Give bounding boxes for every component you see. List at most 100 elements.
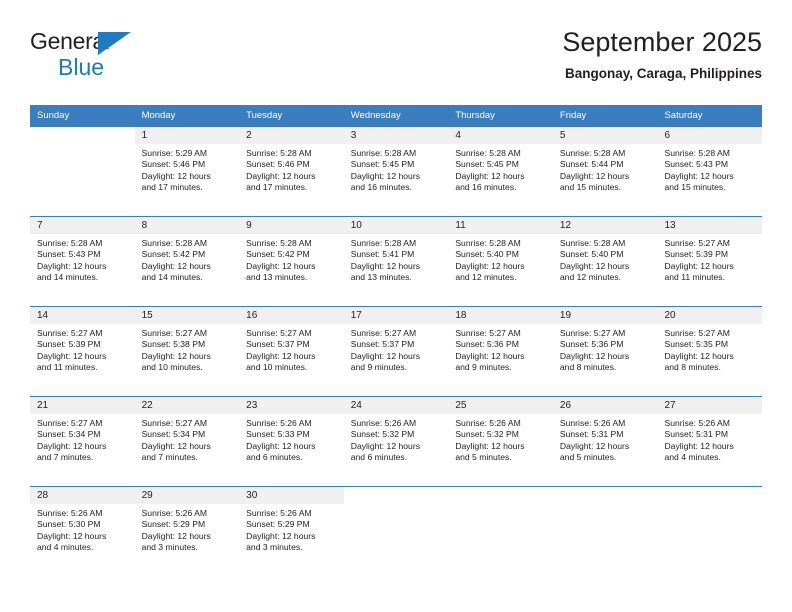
sunrise-text: Sunrise: 5:28 AM (559, 238, 626, 248)
day-cell[interactable]: 23 Sunrise: 5:26 AM Sunset: 5:33 PM Dayligh… (239, 397, 344, 486)
sunrise-text: Sunrise: 5:26 AM (664, 418, 730, 428)
week-row: 7 Sunrise: 5:28 AM Sunset: 5:43 PM Daylight… (30, 216, 763, 306)
day-number: 27 (657, 397, 763, 414)
week-row: 1 Sunrise: 5:29 AM Sunset: 5:46 PM Daylight… (30, 127, 763, 216)
day-cell[interactable]: 19 Sunrise: 5:27 AM Sunset: 5:36 PM Dayligh… (552, 307, 658, 396)
day-cell[interactable]: 18 Sunrise: 5:27 AM Sunset: 5:36 PM Dayligh… (448, 307, 553, 396)
day-info: Sunrise: 5:27 AM Sunset: 5:36 PM Daylight:… (448, 324, 553, 374)
week-row: 28 Sunrise: 5:26 AM Sunset: 5:30 PM Dayligh… (30, 486, 763, 576)
sunset-text: Sunset: 5:31 PM (559, 429, 624, 440)
brand-logo[interactable]: General Blue (30, 30, 160, 86)
day-cell[interactable]: 21 Sunrise: 5:27 AM Sunset: 5:34 PM Dayligh… (30, 397, 135, 486)
day-info: Sunrise: 5:28 AM Sunset: 5:44 PM Daylight:… (553, 144, 658, 194)
day-cell[interactable]: 22 Sunrise: 5:27 AM Sunset: 5:34 PM Dayligh… (134, 397, 240, 486)
day-cell[interactable]: 12 Sunrise: 5:28 AM Sunset: 5:40 PM Dayligh… (552, 217, 658, 306)
day-number: 13 (657, 217, 763, 234)
day-info: Sunrise: 5:26 AM Sunset: 5:30 PM Daylight:… (30, 504, 135, 554)
day-info: Sunrise: 5:28 AM Sunset: 5:43 PM Daylight:… (657, 144, 762, 194)
daylight-text-line2: and 5 minutes. (455, 452, 512, 463)
day-cell[interactable]: 28 Sunrise: 5:26 AM Sunset: 5:30 PM Dayligh… (30, 487, 135, 576)
sunset-text: Sunset: 5:35 PM (664, 339, 729, 350)
sunset-text: Sunset: 5:45 PM (455, 159, 519, 170)
sunrise-text: Sunrise: 5:26 AM (246, 508, 312, 518)
daylight-text-line2: and 15 minutes. (664, 182, 726, 193)
day-cell[interactable]: 27 Sunrise: 5:26 AM Sunset: 5:31 PM Dayligh… (657, 397, 763, 486)
day-number: 30 (239, 487, 344, 504)
day-cell[interactable]: 24 Sunrise: 5:26 AM Sunset: 5:32 PM Dayligh… (343, 397, 449, 486)
daylight-text-line1: Daylight: 12 hours (37, 350, 107, 361)
day-number: 25 (448, 397, 553, 414)
daylight-text-line1: Daylight: 12 hours (350, 170, 421, 181)
daylight-text-line1: Daylight: 12 hours (455, 260, 525, 271)
day-cell[interactable]: 8 Sunrise: 5:28 AM Sunset: 5:42 PM Daylight… (134, 217, 240, 306)
daylight-text-line1: Daylight: 12 hours (141, 260, 211, 271)
sunset-text: Sunset: 5:39 PM (37, 339, 101, 350)
sunset-text: Sunset: 5:40 PM (559, 249, 624, 260)
daylight-text-line1: Daylight: 12 hours (559, 170, 630, 181)
day-cell[interactable]: 2 Sunrise: 5:28 AM Sunset: 5:46 PM Daylight… (239, 127, 344, 216)
sunrise-text: Sunrise: 5:28 AM (246, 148, 312, 158)
daylight-text-line2: and 15 minutes. (559, 182, 622, 193)
daylight-text-line2: and 9 minutes. (350, 362, 408, 373)
sunset-text: Sunset: 5:41 PM (350, 249, 415, 260)
daylight-text-line2: and 3 minutes. (246, 542, 303, 553)
day-number: 26 (552, 397, 658, 414)
daylight-text-line1: Daylight: 12 hours (455, 170, 525, 181)
sunrise-text: Sunrise: 5:27 AM (37, 328, 103, 338)
day-info: Sunrise: 5:28 AM Sunset: 5:40 PM Daylight:… (448, 234, 553, 284)
day-cell[interactable]: 7 Sunrise: 5:28 AM Sunset: 5:43 PM Daylight… (30, 217, 135, 306)
day-number: 15 (134, 307, 240, 324)
daylight-text-line2: and 8 minutes. (664, 362, 721, 373)
day-cell[interactable]: 29 Sunrise: 5:26 AM Sunset: 5:29 PM Dayligh… (134, 487, 240, 576)
daylight-text-line2: and 3 minutes. (141, 542, 198, 553)
daylight-text-line2: and 5 minutes. (559, 452, 617, 463)
day-cell[interactable]: 26 Sunrise: 5:26 AM Sunset: 5:31 PM Dayligh… (552, 397, 658, 486)
sunrise-text: Sunrise: 5:27 AM (141, 328, 208, 338)
sunset-text: Sunset: 5:46 PM (246, 159, 310, 170)
day-cell[interactable]: 1 Sunrise: 5:29 AM Sunset: 5:46 PM Daylight… (134, 127, 240, 216)
day-info: Sunrise: 5:28 AM Sunset: 5:45 PM Daylight:… (448, 144, 553, 194)
day-number (448, 487, 553, 504)
day-number: 16 (239, 307, 344, 324)
sunset-text: Sunset: 5:29 PM (246, 519, 310, 530)
day-info: Sunrise: 5:28 AM Sunset: 5:40 PM Daylight:… (553, 234, 658, 284)
day-cell[interactable]: 14 Sunrise: 5:27 AM Sunset: 5:39 PM Dayligh… (30, 307, 135, 396)
day-cell[interactable]: 5 Sunrise: 5:28 AM Sunset: 5:44 PM Daylight… (552, 127, 658, 216)
daylight-text-line1: Daylight: 12 hours (246, 260, 316, 271)
day-number: 17 (343, 307, 449, 324)
day-cell[interactable]: 10 Sunrise: 5:28 AM Sunset: 5:41 PM Dayligh… (343, 217, 449, 306)
day-cell[interactable]: 20 Sunrise: 5:27 AM Sunset: 5:35 PM Dayligh… (657, 307, 763, 396)
daylight-text-line1: Daylight: 12 hours (246, 170, 316, 181)
sunset-text: Sunset: 5:37 PM (350, 339, 415, 350)
day-cell[interactable]: 15 Sunrise: 5:27 AM Sunset: 5:38 PM Dayligh… (134, 307, 240, 396)
day-cell[interactable]: 6 Sunrise: 5:28 AM Sunset: 5:43 PM Daylight… (657, 127, 763, 216)
daylight-text-line1: Daylight: 12 hours (664, 350, 734, 361)
day-number: 11 (448, 217, 553, 234)
day-cell[interactable]: 11 Sunrise: 5:28 AM Sunset: 5:40 PM Dayligh… (448, 217, 553, 306)
day-cell[interactable]: 17 Sunrise: 5:27 AM Sunset: 5:37 PM Dayligh… (343, 307, 449, 396)
day-info: Sunrise: 5:28 AM Sunset: 5:42 PM Daylight:… (239, 234, 344, 284)
day-cell[interactable]: 13 Sunrise: 5:27 AM Sunset: 5:39 PM Dayligh… (657, 217, 763, 306)
day-number: 28 (30, 487, 135, 504)
daylight-text-line1: Daylight: 12 hours (559, 260, 630, 271)
day-cell[interactable]: 3 Sunrise: 5:28 AM Sunset: 5:45 PM Daylight… (343, 127, 449, 216)
daylight-text-line2: and 13 minutes. (246, 272, 308, 283)
day-cell[interactable]: 4 Sunrise: 5:28 AM Sunset: 5:45 PM Daylight… (448, 127, 553, 216)
day-cell[interactable]: 30 Sunrise: 5:26 AM Sunset: 5:29 PM Dayligh… (239, 487, 344, 576)
day-info: Sunrise: 5:27 AM Sunset: 5:39 PM Daylight:… (657, 234, 762, 284)
daylight-text-line1: Daylight: 12 hours (246, 440, 316, 451)
weekday-header-thursday: Thursday (455, 110, 495, 121)
sunset-text: Sunset: 5:37 PM (246, 339, 310, 350)
daylight-text-line2: and 16 minutes. (350, 182, 412, 193)
calendar-page: General Blue September 2025 Bangonay, Ca… (0, 0, 792, 612)
sunrise-text: Sunrise: 5:27 AM (559, 328, 626, 338)
sunrise-text: Sunrise: 5:27 AM (350, 328, 417, 338)
day-cell[interactable]: 25 Sunrise: 5:26 AM Sunset: 5:32 PM Dayligh… (448, 397, 553, 486)
day-cell[interactable]: 9 Sunrise: 5:28 AM Sunset: 5:42 PM Daylight… (239, 217, 344, 306)
week-row: 21 Sunrise: 5:27 AM Sunset: 5:34 PM Dayligh… (30, 396, 763, 486)
daylight-text-line2: and 9 minutes. (455, 362, 512, 373)
calendar-grid: Sunday Monday Tuesday Wednesday Thursday… (30, 105, 763, 576)
daylight-text-line2: and 8 minutes. (559, 362, 617, 373)
daylight-text-line2: and 12 minutes. (455, 272, 517, 283)
day-cell[interactable]: 16 Sunrise: 5:27 AM Sunset: 5:37 PM Dayligh… (239, 307, 344, 396)
